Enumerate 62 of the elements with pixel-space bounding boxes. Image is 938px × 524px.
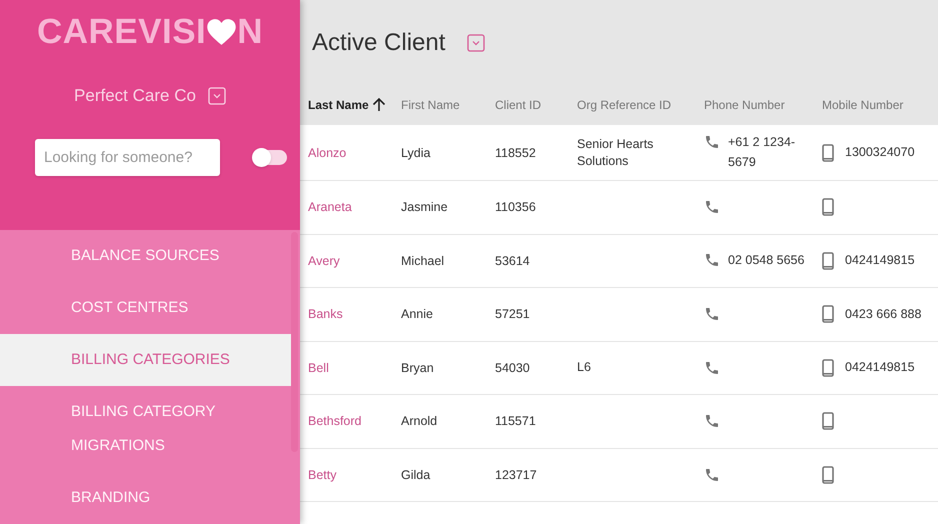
phone-icon — [704, 252, 720, 268]
menu-item[interactable]: BALANCE SOURCES — [0, 230, 291, 282]
table-cell-text: +61 2 1234-5679 — [728, 134, 796, 170]
table-cell: 118552 — [495, 146, 536, 160]
search-field[interactable]: Looking for someone? — [35, 138, 220, 176]
table-cell: Arnold — [401, 414, 438, 428]
phone-icon — [704, 306, 720, 322]
mobile-phone-icon — [822, 412, 834, 430]
mobile-phone-icon — [822, 252, 834, 270]
mobile-phone-icon — [822, 198, 834, 216]
table-cell: Gilda — [401, 468, 430, 482]
table-cell: 110356 — [495, 200, 536, 214]
table-cell: Bryan — [401, 360, 434, 375]
phone-icon — [704, 134, 720, 150]
table-cell-text: 0424149815 — [845, 252, 915, 270]
scrollbar[interactable] — [291, 232, 298, 452]
client-link[interactable]: Banks — [308, 307, 343, 322]
menu-item[interactable]: COST CENTRES — [0, 282, 291, 334]
table-cell: 123717 — [495, 468, 537, 482]
client-link[interactable]: Alonzo — [308, 146, 346, 160]
phone-icon — [704, 199, 720, 216]
column-header[interactable]: Mobile Number — [822, 96, 938, 114]
client-link[interactable]: Avery — [308, 254, 340, 268]
sort-arrow-icon — [370, 96, 387, 112]
table-cell: Lydia — [401, 146, 430, 160]
table-cell: Annie — [401, 307, 433, 322]
phone-icon — [704, 360, 720, 376]
menu-item[interactable]: BILLING CATEGORY MIGRATIONS — [0, 386, 291, 472]
logo: CAREVISI N — [36, 14, 264, 49]
menu-item[interactable]: BRANDING — [0, 472, 291, 524]
organisation-name: Perfect Care Co — [74, 85, 196, 107]
table-cell-text: 0424149815 — [845, 359, 915, 376]
mobile-phone-icon — [822, 144, 834, 162]
table-cell: 54030 — [495, 360, 530, 375]
mobile-phone-icon — [822, 358, 834, 377]
table-cell: Michael — [401, 254, 444, 268]
dropdown-button[interactable] — [467, 34, 486, 52]
table-cell-text: 02 0548 5656 — [728, 252, 804, 269]
page-title: Active Client — [312, 28, 446, 58]
client-link[interactable]: Betty — [308, 468, 336, 482]
column-header[interactable]: Org Reference ID — [577, 96, 704, 114]
client-link[interactable]: Bethsford — [308, 414, 362, 428]
mobile-phone-icon — [822, 466, 834, 484]
table-cell: 53614 — [495, 254, 530, 268]
toggle-switch[interactable] — [254, 150, 287, 164]
table-cell-text: L6 — [577, 359, 592, 376]
menu-item[interactable]: BILLING CATEGORIES — [0, 334, 291, 386]
table-cell-text: 0423 666 888 — [845, 306, 922, 323]
column-header[interactable]: First Name — [401, 96, 495, 114]
phone-icon — [704, 466, 720, 483]
mobile-phone-icon — [822, 305, 834, 324]
column-header[interactable]: Phone Number — [704, 96, 822, 114]
client-link[interactable]: Araneta — [308, 200, 352, 214]
column-header[interactable]: Last Name — [308, 96, 401, 114]
column-header[interactable]: Client ID — [495, 96, 577, 114]
table-cell: Jasmine — [401, 200, 448, 214]
client-link[interactable]: Bell — [308, 360, 329, 375]
table-cell-text: Senior Hearts Solutions — [577, 136, 654, 170]
table-cell: 115571 — [495, 414, 536, 428]
phone-icon — [704, 413, 720, 430]
table-cell: 57251 — [495, 307, 530, 322]
table-cell-text: 1300324070 — [845, 144, 915, 162]
